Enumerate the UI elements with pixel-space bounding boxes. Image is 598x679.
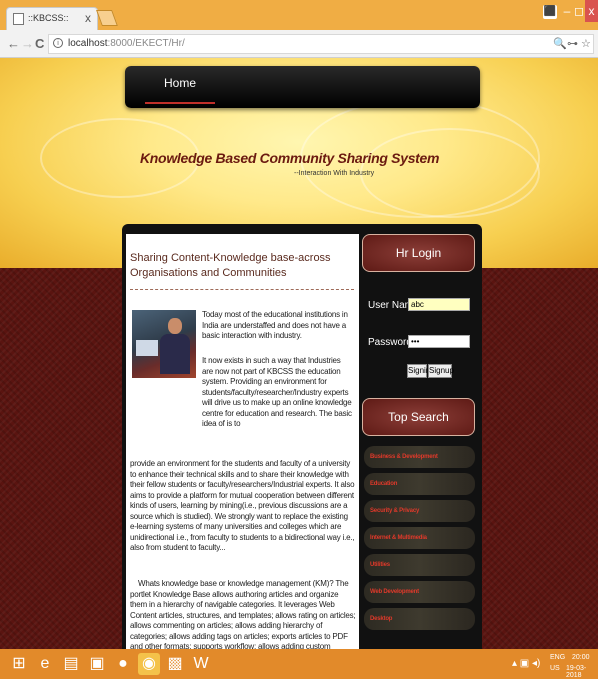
- new-tab-button[interactable]: [96, 10, 118, 26]
- eclipse-icon[interactable]: ●: [112, 653, 134, 675]
- minimize-button[interactable]: –: [561, 0, 573, 22]
- region-indicator[interactable]: US: [550, 665, 560, 672]
- maximize-button[interactable]: ◻: [573, 0, 585, 22]
- language-indicator[interactable]: ENG: [550, 654, 565, 661]
- paragraph-knowledge-base: Whats knowledge base or knowledge manage…: [130, 579, 356, 649]
- url-host: localhost: [68, 38, 108, 49]
- menu-item-home[interactable]: Home: [145, 76, 215, 90]
- site-tagline: --Interaction With Industry: [294, 170, 375, 177]
- search-category[interactable]: Web Development: [364, 581, 475, 603]
- browser-tab[interactable]: ::KBCSS:: x: [6, 7, 98, 30]
- address-bar-row: ← → C i localhost:8000/EKECT/Hr/ 🔍 ⊶ ☆: [0, 30, 598, 58]
- signin-button[interactable]: Signin: [407, 364, 430, 378]
- store-icon[interactable]: ▣: [86, 653, 108, 675]
- search-category[interactable]: Utilities: [364, 554, 475, 576]
- tray-icons[interactable]: ▴ ▣ ◂): [512, 658, 540, 669]
- main-menu: Home: [125, 66, 480, 108]
- tab-title: ::KBCSS::: [28, 13, 69, 23]
- password-label: Password: [368, 337, 412, 348]
- search-category[interactable]: Security & Privacy: [364, 500, 475, 522]
- search-category[interactable]: Desktop: [364, 608, 475, 630]
- taskbar: ⊞ e ▤ ▣ ● ◉ ▩ W ▴ ▣ ◂) ENG US 20:00 19-0…: [0, 649, 598, 679]
- close-window-button[interactable]: x: [585, 0, 598, 22]
- top-search-header: Top Search: [362, 398, 475, 436]
- back-icon[interactable]: ←: [7, 36, 20, 51]
- browser-tab-bar: ::KBCSS:: x ⬛ – ◻ x: [0, 0, 598, 30]
- content-heading: Sharing Content-Knowledge base-across Or…: [130, 252, 331, 279]
- zoom-icon[interactable]: 🔍: [553, 37, 567, 50]
- username-input[interactable]: abc: [408, 298, 470, 311]
- signup-button[interactable]: Signup: [428, 364, 454, 378]
- site-title: Knowledge Based Community Sharing System: [140, 150, 440, 166]
- url-text: localhost:8000/EKECT/Hr/: [68, 38, 185, 49]
- internet-explorer-icon[interactable]: e: [34, 653, 56, 675]
- paragraph-kbcss: It now exists in such a way that Industr…: [202, 356, 352, 428]
- clock-date[interactable]: 19-03-2018: [566, 665, 598, 679]
- photo-screen: [136, 340, 158, 356]
- key-icon[interactable]: ⊶: [567, 37, 578, 50]
- decorative-swirl: [360, 128, 540, 218]
- paint-icon[interactable]: ▩: [164, 653, 186, 675]
- url-field[interactable]: i localhost:8000/EKECT/Hr/ 🔍 ⊶ ☆: [48, 34, 594, 54]
- photo-person-body: [160, 334, 190, 374]
- search-category[interactable]: Business & Development: [364, 446, 475, 468]
- search-category[interactable]: Education: [364, 473, 475, 495]
- hr-login-header: Hr Login: [362, 234, 475, 272]
- password-input[interactable]: •••: [408, 335, 470, 348]
- word-icon[interactable]: W: [190, 653, 212, 675]
- close-tab-icon[interactable]: x: [85, 11, 91, 25]
- url-path: :8000/EKECT/Hr/: [107, 38, 185, 49]
- info-icon[interactable]: i: [53, 38, 63, 48]
- bookmark-star-icon[interactable]: ☆: [581, 37, 591, 50]
- main-content: Sharing Content-Knowledge base-across Or…: [126, 234, 359, 649]
- forward-icon[interactable]: →: [21, 36, 34, 51]
- paragraph-environment: provide an environment for the students …: [130, 459, 355, 552]
- user-icon[interactable]: ⬛: [543, 5, 557, 19]
- web-page: Home Knowledge Based Community Sharing S…: [0, 58, 598, 649]
- clock-time[interactable]: 20:00: [572, 654, 590, 661]
- paragraph-intro: Today most of the educational institutio…: [202, 310, 348, 340]
- menu-active-indicator: [145, 102, 215, 104]
- student-photo: [132, 310, 196, 378]
- divider: [130, 289, 354, 290]
- windows-start-icon[interactable]: ⊞: [8, 653, 30, 675]
- chrome-icon[interactable]: ◉: [138, 653, 160, 675]
- reload-icon[interactable]: C: [35, 36, 44, 51]
- search-category[interactable]: Internet & Multimedia: [364, 527, 475, 549]
- photo-person-face: [168, 318, 182, 334]
- file-explorer-icon[interactable]: ▤: [60, 653, 82, 675]
- page-icon: [13, 13, 24, 25]
